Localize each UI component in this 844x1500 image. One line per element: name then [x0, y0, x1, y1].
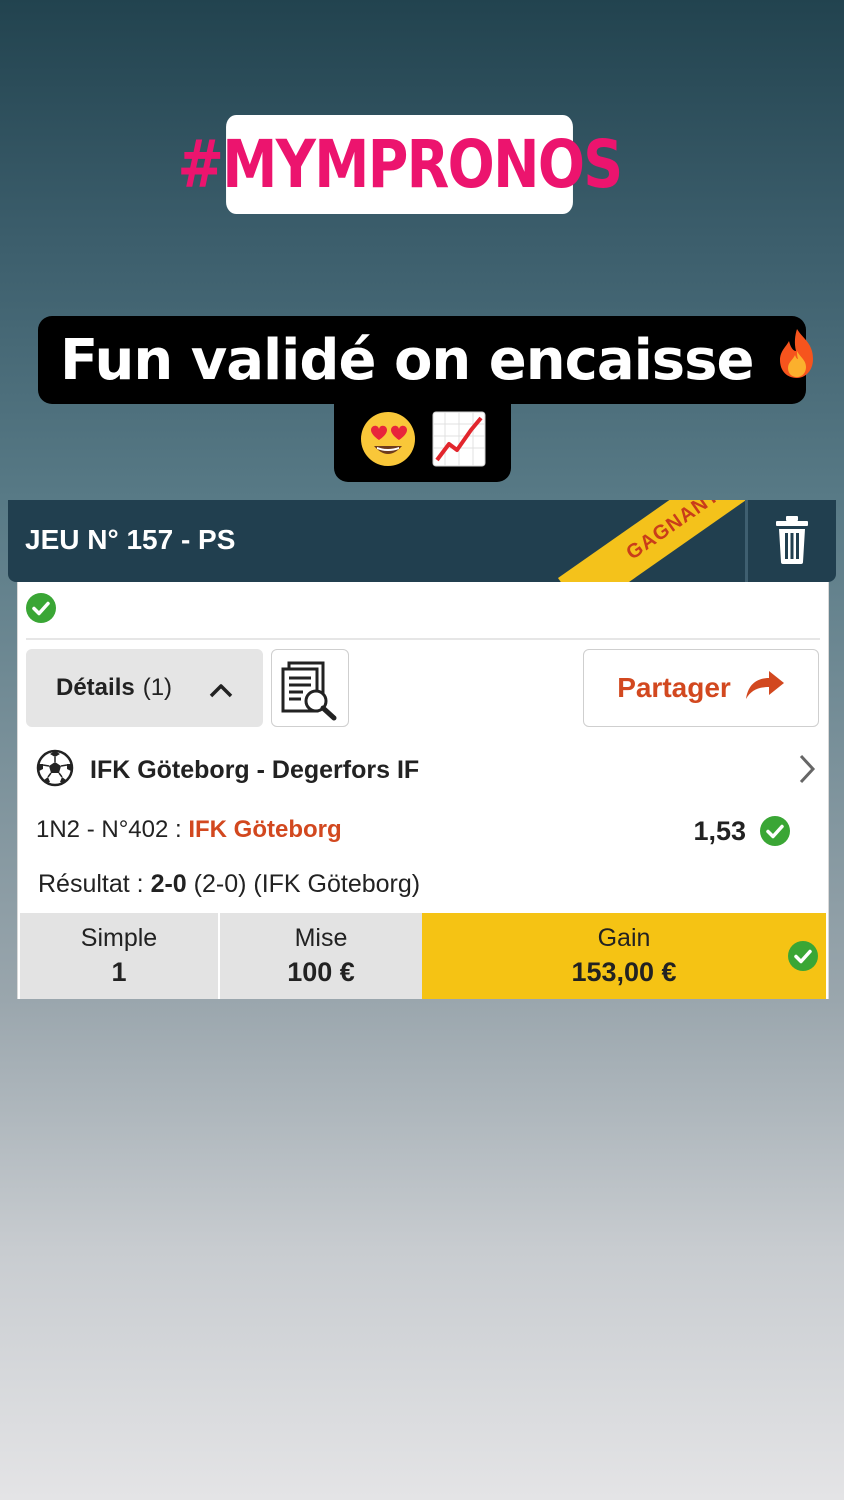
bet-card-header: JEU N° 157 - PS GAGNANT	[8, 500, 836, 582]
details-toggle-button[interactable]: Détails (1)	[26, 649, 263, 727]
result-label: Résultat :	[38, 870, 151, 898]
winner-ribbon: GAGNANT	[548, 500, 748, 582]
trash-icon[interactable]	[774, 515, 810, 565]
caption-line-1: Fun validé on encaisse	[38, 316, 814, 404]
gain-value: 153,00 €	[571, 957, 677, 987]
result-score: 2-0	[150, 870, 187, 898]
bet-market: 1N2 - N°402 :	[36, 816, 189, 843]
gain-won-check-icon	[788, 941, 818, 971]
share-label: Partager	[617, 672, 731, 703]
caption-line-2	[334, 400, 511, 482]
heart-eyes-emoji-icon	[359, 410, 417, 473]
stake-label: Mise	[294, 924, 348, 952]
share-arrow-icon	[745, 669, 785, 708]
details-label: Détails	[56, 674, 135, 701]
bet-card-body: Détails (1) Partager IFK Göteborg - Dege…	[17, 582, 829, 999]
result-detail: (2-0) (IFK Göteborg)	[186, 870, 421, 898]
document-search-icon	[272, 661, 348, 730]
chart-increasing-emoji-icon	[431, 410, 487, 473]
bet-title: JEU N° 157 - PS	[25, 524, 236, 555]
details-count: (1)	[142, 674, 173, 701]
header-divider	[745, 500, 748, 582]
match-row[interactable]: IFK Göteborg - Degerfors IF	[36, 749, 816, 792]
soccer-ball-icon	[36, 749, 74, 792]
selection-won-check-icon	[760, 816, 790, 846]
result-row: Résultat : 2-0 (2-0) (IFK Göteborg)	[38, 870, 420, 899]
bet-odds: 1,53	[693, 816, 746, 846]
bet-selection-row: 1N2 - N°402 : IFK Göteborg 1,53	[36, 816, 796, 852]
chevron-right-icon	[798, 754, 816, 789]
chevron-up-icon	[209, 677, 233, 705]
match-name: IFK Göteborg - Degerfors IF	[90, 755, 420, 784]
caption-text: Fun validé on encaisse	[60, 327, 754, 393]
stake-cell: Mise 100 €	[220, 913, 422, 999]
share-button[interactable]: Partager	[583, 649, 819, 727]
bet-type-label: Simple	[80, 924, 158, 952]
hashtag-sticker: #MYMPRONOS	[177, 115, 623, 214]
gain-label: Gain	[597, 924, 651, 952]
winner-ribbon-label: GAGNANT	[558, 500, 748, 582]
gain-cell: Gain 153,00 €	[422, 913, 826, 999]
bet-selection: IFK Göteborg	[188, 816, 342, 843]
validated-check-icon	[26, 593, 56, 623]
bet-type-cell: Simple 1	[20, 913, 220, 999]
fire-emoji-icon	[769, 325, 825, 395]
bet-summary-footer: Simple 1 Mise 100 € Gain 153,00 €	[20, 913, 826, 999]
stake-value: 100 €	[287, 957, 355, 987]
divider	[26, 638, 820, 640]
document-search-button[interactable]	[271, 649, 349, 727]
bet-type-value: 1	[111, 957, 127, 987]
